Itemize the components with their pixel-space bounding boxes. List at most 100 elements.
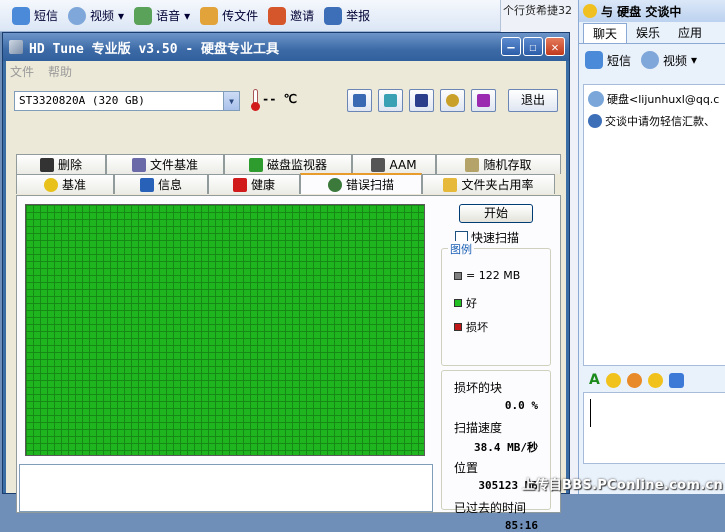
- minimize-button[interactable]: –: [501, 37, 521, 56]
- minimize-icon: –: [507, 39, 515, 54]
- elapsed-time-label: 已过去的时间: [454, 501, 527, 515]
- tab-apps[interactable]: 应用: [669, 23, 711, 43]
- webcam-icon: [641, 51, 660, 69]
- chat-sms-button[interactable]: 短信: [607, 52, 631, 69]
- info-icon: [139, 177, 154, 192]
- temperature-value: -- ℃: [262, 92, 298, 106]
- start-button[interactable]: 开始: [459, 204, 533, 223]
- watermark: 上传自BBS.PConline.com.cn: [522, 478, 723, 493]
- download-button[interactable]: [471, 89, 496, 112]
- drive-select[interactable]: ST3320820A (320 GB) ▼: [14, 91, 240, 111]
- tab-random-access[interactable]: 随机存取: [436, 154, 561, 174]
- health-cross-icon: [232, 177, 247, 192]
- damaged-blocks-label: 损坏的块: [454, 381, 503, 395]
- screenshot-icon[interactable]: [668, 372, 684, 388]
- position-label: 位置: [454, 461, 479, 475]
- qq-chat-window: 与 硬盘 交谈中 聊天 娱乐 应用 短信 视频 ▾ 硬盘<lijunhuxl@q…: [578, 0, 725, 494]
- user-avatar-icon: [588, 91, 604, 107]
- copy-text-button[interactable]: [378, 89, 403, 112]
- tab-info[interactable]: 信息: [114, 174, 208, 194]
- legend-item-damaged: 损坏: [454, 319, 488, 335]
- headset-icon: [134, 6, 153, 25]
- scan-speed-label: 扫描速度: [454, 421, 503, 435]
- tab-row-1: 删除 文件基准 磁盘监视器 AAM 随机存取: [16, 154, 561, 174]
- font-icon[interactable]: A: [589, 372, 600, 388]
- info-icon: [588, 114, 602, 128]
- tab-erase[interactable]: 删除: [16, 154, 106, 174]
- sms-icon: [585, 51, 603, 69]
- legend-item-block-size: = 122 MB: [454, 269, 520, 282]
- tab-chat[interactable]: 聊天: [583, 23, 628, 43]
- legend-item-good: 好: [454, 295, 477, 311]
- tab-entertainment[interactable]: 娱乐: [627, 23, 669, 43]
- tab-folder-usage[interactable]: 文件夹占用率: [422, 174, 555, 194]
- chat-message-area: 硬盘<lijunhuxl@qq.c 交谈中请勿轻信汇款、: [583, 84, 725, 366]
- tab-row-2: 基准 信息 健康 错误扫描 文件夹占用率: [16, 173, 561, 194]
- copy-info-button[interactable]: [347, 89, 372, 112]
- wink-icon[interactable]: [647, 372, 663, 388]
- options-button[interactable]: [440, 89, 465, 112]
- menu-file[interactable]: 文件: [10, 63, 34, 80]
- tab-strip: 删除 文件基准 磁盘监视器 AAM 随机存取 基准 信息 健康 错误扫描 文件夹…: [16, 154, 561, 194]
- scan-log-box: [19, 464, 433, 512]
- chat-input-toolbar: A: [583, 370, 725, 390]
- tab-health[interactable]: 健康: [208, 174, 300, 194]
- qq-penguin-icon: [583, 4, 597, 18]
- bg-sendfile-button[interactable]: 传文件: [200, 6, 258, 25]
- bg-invite-button[interactable]: 邀请: [268, 6, 314, 25]
- magnifier-icon: [327, 177, 342, 192]
- legend-group: 图例 = 122 MB 好 损坏: [441, 241, 551, 366]
- floppy-icon: [415, 94, 428, 107]
- hdtune-titlebar[interactable]: HD Tune 专业版 v3.50 - 硬盘专业工具 – ☐ ✕: [3, 33, 569, 61]
- clipboard-icon: [384, 94, 397, 107]
- bg-report-button[interactable]: 举报: [324, 6, 370, 25]
- menu-bar: 文件 帮助: [6, 61, 566, 81]
- hdtune-app-icon: [9, 40, 23, 54]
- tab-benchmark[interactable]: 基准: [16, 174, 114, 194]
- bg-video-button[interactable]: 视频 ▾: [68, 6, 124, 25]
- tab-error-scan[interactable]: 错误扫描: [300, 173, 422, 194]
- close-button[interactable]: ✕: [545, 37, 565, 56]
- report-icon: [324, 6, 343, 25]
- chat-input-box[interactable]: [583, 392, 725, 464]
- maximize-button[interactable]: ☐: [523, 37, 543, 56]
- bg-sms-button[interactable]: 短信: [12, 6, 58, 25]
- folder-icon: [443, 177, 458, 192]
- bulb-icon: [43, 177, 58, 192]
- chevron-down-icon[interactable]: ▾: [691, 53, 697, 67]
- menu-help[interactable]: 帮助: [48, 63, 72, 80]
- tab-disk-monitor[interactable]: 磁盘监视器: [224, 154, 352, 174]
- chevron-down-icon[interactable]: ▼: [223, 92, 239, 110]
- chat-video-button[interactable]: 视频: [663, 52, 687, 69]
- tools-icon: [446, 94, 459, 107]
- save-button[interactable]: [409, 89, 434, 112]
- error-scan-panel: 开始 快速扫描 图例 = 122 MB 好 损坏 损坏的块 0.0 % 扫描速度…: [16, 195, 561, 532]
- background-side-text: 个行货希捷32: [503, 4, 572, 17]
- drive-select-value: ST3320820A (320 GB): [19, 94, 145, 107]
- maximize-icon: ☐: [529, 39, 537, 54]
- smiley-icon[interactable]: [605, 372, 621, 388]
- tab-aam[interactable]: AAM: [352, 154, 436, 174]
- copy-icon: [353, 94, 366, 107]
- text-caret: [590, 399, 591, 427]
- chat-titlebar[interactable]: 与 硬盘 交谈中: [579, 0, 725, 22]
- damaged-blocks-value: 0.0 %: [504, 399, 538, 412]
- arrow-down-icon: [477, 94, 490, 107]
- chat-tabs: 聊天 娱乐 应用: [579, 22, 725, 44]
- background-toolbar: 短信 视频 ▾ 语音 ▾ 传文件 邀请 举报: [0, 0, 500, 32]
- window-title: HD Tune 专业版 v3.50 - 硬盘专业工具: [29, 41, 280, 57]
- speaker-icon: [371, 157, 386, 172]
- gray-square-icon: [454, 271, 462, 280]
- magic-emoticon-icon[interactable]: [626, 372, 642, 388]
- legend-title: 图例: [448, 241, 474, 257]
- monitor-chart-icon: [248, 157, 263, 172]
- exit-button[interactable]: 退出: [508, 89, 558, 112]
- scan-speed-value: 38.4 MB/秒: [474, 441, 538, 454]
- bg-voice-button[interactable]: 语音 ▾: [134, 6, 190, 25]
- hdtune-client-area: 文件 帮助 ST3320820A (320 GB) ▼ -- ℃ 退出 删除 文…: [6, 61, 566, 532]
- trash-icon: [39, 157, 54, 172]
- tab-file-benchmark[interactable]: 文件基准: [106, 154, 224, 174]
- scan-block-grid: [25, 204, 425, 456]
- send-file-icon: [200, 6, 219, 25]
- hdtune-window: HD Tune 专业版 v3.50 - 硬盘专业工具 – ☐ ✕ 文件 帮助 S…: [2, 32, 570, 532]
